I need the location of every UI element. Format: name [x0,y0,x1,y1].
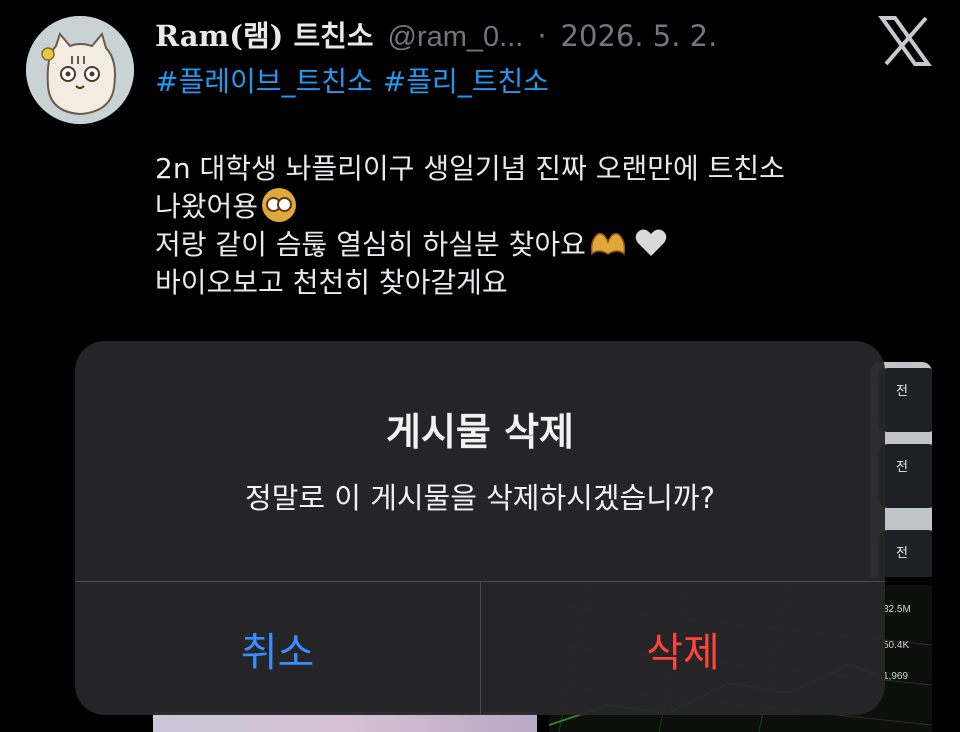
media-row-label: 전 [896,546,908,561]
cat-avatar-illustration [26,16,134,124]
cancel-button[interactable]: 취소 [75,582,480,715]
media-photo-thumbnail[interactable] [153,712,537,732]
media-row-label: 전 [896,460,908,475]
chart-stat: 1,969 [883,671,909,682]
flushed-face-icon [262,188,297,222]
post-text: 바이오보고 천천히 찾아갈게요 [155,266,508,299]
media-row-label: 전 [896,384,908,399]
post-date[interactable]: 2026. 5. 2. [561,19,718,53]
author-handle[interactable]: @ram_0... [388,21,524,54]
alert-message: 정말로 이 게시물을 삭제하시겠습니까? [245,481,715,515]
post-text-line: 저랑 같이 슴툲 열심히 하실분 찾아요 [155,226,925,264]
post-text-line: 바이오보고 천천히 찾아갈게요 [155,264,925,302]
media-list-row: 전 [878,444,932,508]
post-text-line: 2n 대학생 놔플리이구 생일기념 진짜 오랜만에 트친소 [155,150,925,188]
post-text-line: 나왔어용 [155,188,925,226]
media-list-row: 전 [878,368,932,432]
white-heart-icon [635,229,667,256]
author-name[interactable]: Ram(램) 트친소 [155,13,374,55]
post-text: 나왔어용 [155,190,259,223]
hashtag-link[interactable]: #플레이브_트친소 [155,65,373,98]
post-body: 2n 대학생 놔플리이구 생일기념 진짜 오랜만에 트친소 나왔어용 저랑 같이… [155,150,925,302]
post-text: 2n 대학생 놔플리이구 생일기념 진짜 오랜만에 트친소 [155,152,785,185]
alert-title: 게시물 삭제 [385,410,575,454]
media-list-row: 전 [878,530,932,577]
chart-stat: 50.4K [883,640,910,651]
heart-hands-icon [590,232,626,256]
delete-post-alert: 게시물 삭제 정말로 이 게시물을 삭제하시겠습니까? 취소 삭제 [75,341,885,715]
hashtag-link[interactable]: #플리_트친소 [383,65,549,98]
x-logo-icon[interactable] [878,16,932,66]
delete-button[interactable]: 삭제 [481,582,885,715]
post-header: Ram(램) 트친소 @ram_0... · 2026. 5. 2. [155,13,895,57]
hashtag-list: #플레이브_트친소 #플리_트친소 [155,60,559,100]
post-text: 저랑 같이 슴툲 열심히 하실분 찾아요 [155,228,586,261]
chart-stat: 32.5M [883,604,911,615]
header-separator: · [537,19,547,53]
author-avatar[interactable] [26,16,134,124]
